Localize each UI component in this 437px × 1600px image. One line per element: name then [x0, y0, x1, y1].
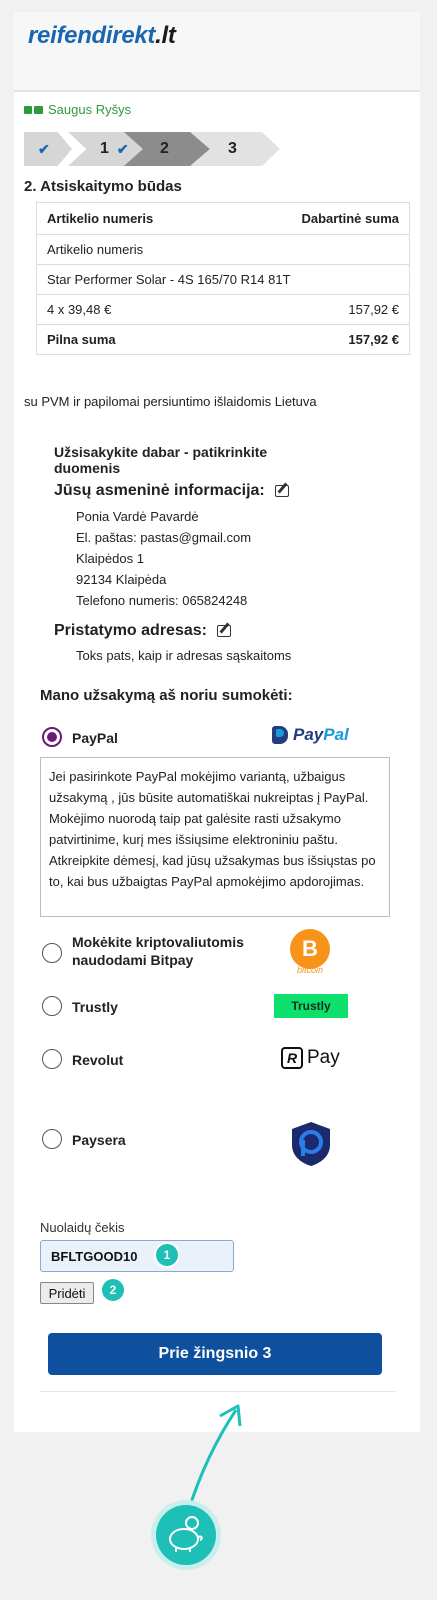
paysera-label[interactable]: Paysera	[72, 1131, 126, 1149]
piggy-bank-icon	[156, 1505, 216, 1565]
trustly-logo-text: Trustly	[291, 999, 331, 1013]
paypal-logo-pal: Pal	[323, 725, 349, 744]
personal-info-label: Jūsų asmeninė informacija:	[54, 482, 265, 499]
customer-city: 92134 Klaipėda	[76, 572, 167, 587]
revolut-pay-text: Pay	[307, 1047, 340, 1068]
paypal-logo-pay: Pay	[293, 725, 324, 744]
row-article-label: Artikelio numeris	[36, 234, 410, 265]
trustly-label[interactable]: Trustly	[72, 998, 118, 1016]
paypal-radio[interactable]	[42, 727, 62, 747]
paypal-label[interactable]: PayPal	[72, 729, 118, 747]
step-3-label: 3	[228, 140, 237, 157]
lock-icon	[24, 104, 44, 115]
logo-main: reifendirekt	[28, 22, 156, 49]
bitpay-label[interactable]: Mokėkite kriptovaliutomis naudodami Bitp…	[72, 933, 272, 969]
secure-label: Saugus Ryšys	[48, 102, 132, 117]
step-2-label: 2	[160, 140, 169, 157]
line-total: 157,92 €	[229, 294, 410, 325]
delivery-label: Pristatymo adresas:	[54, 622, 207, 639]
customer-name: Ponia Vardė Pavardė	[76, 509, 199, 524]
trustly-logo: Trustly	[274, 994, 348, 1018]
coupon-label: Nuolaidų čekis	[40, 1220, 125, 1235]
delivery-heading: Pristatymo adresas:	[54, 622, 231, 640]
revolut-radio[interactable]	[42, 1049, 62, 1069]
confirm-title: Užsisakykite dabar - patikrinkite duomen…	[54, 444, 268, 476]
payment-section: Mano užsakymą aš noriu sumokėti: PayPal …	[14, 665, 420, 1432]
section-title: 2. Atsiskaitymo būdas	[24, 178, 182, 195]
add-coupon-button[interactable]: Pridėti	[40, 1282, 94, 1304]
table-row: Pilna suma 157,92 €	[36, 324, 410, 355]
paysera-shield-icon	[292, 1122, 330, 1166]
step-1-label: 1	[100, 140, 109, 157]
trustly-radio[interactable]	[42, 996, 62, 1016]
bitpay-radio[interactable]	[42, 943, 62, 963]
secure-connection: Saugus Ryšys	[24, 102, 131, 117]
step-badge-2: 2	[102, 1279, 124, 1301]
edit-icon[interactable]	[216, 625, 231, 637]
edit-icon[interactable]	[274, 485, 289, 497]
table-row: Artikelio numeris	[36, 234, 410, 265]
vat-note: su PVM ir papilomai persiuntimo išlaidom…	[24, 394, 317, 409]
product-name: Star Performer Solar - 4S 165/70 R14 81T	[36, 264, 410, 295]
bitcoin-icon: B	[290, 929, 330, 969]
bitcoin-word: bitcoin	[296, 965, 323, 975]
paypal-logo: PayPal	[272, 725, 349, 745]
check-icon: ✔	[38, 140, 50, 157]
coupon-input[interactable]	[40, 1240, 234, 1272]
customer-email: El. paštas: pastas@gmail.com	[76, 530, 252, 545]
site-logo[interactable]: reifendirekt.lt	[28, 22, 176, 50]
customer-phone: Telefono numeris: 065824248	[76, 593, 248, 608]
checkout-page: Saugus Ryšys ✔ 1 ✔ 2 3 2. Atsiskaitymo bū…	[14, 92, 420, 1432]
table-row: Star Performer Solar - 4S 165/70 R14 81T	[36, 264, 410, 295]
step-badge-1: 1	[156, 1244, 178, 1266]
personal-info-heading: Jūsų asmeninė informacija:	[54, 482, 289, 500]
paysera-radio[interactable]	[42, 1129, 62, 1149]
total-label: Pilna suma	[36, 324, 230, 355]
top-bar	[0, 0, 437, 12]
revolut-icon: R	[281, 1047, 303, 1069]
checkout-steps: ✔ 1 ✔ 2 3	[24, 132, 284, 166]
qty-price: 4 x 39,48 €	[36, 294, 230, 325]
logo-tld: .lt	[155, 22, 176, 49]
table-header: Artikelio numeris Dabartinė suma	[36, 202, 410, 235]
col-article: Artikelio numeris	[36, 202, 230, 235]
delivery-address: Toks pats, kaip ir adresas sąskaitoms	[76, 648, 292, 663]
revolut-label[interactable]: Revolut	[72, 1051, 123, 1069]
col-amount: Dabartinė suma	[229, 202, 410, 235]
revolut-pay-logo: R Pay	[281, 1047, 340, 1069]
payment-title: Mano užsakymą aš noriu sumokėti:	[40, 687, 293, 704]
next-step-button[interactable]: Prie žingsnio 3	[48, 1333, 382, 1375]
order-table: Artikelio numeris Dabartinė suma Artikel…	[36, 202, 410, 355]
check-icon: ✔	[116, 140, 129, 157]
customer-street: Klaipėdos 1	[76, 551, 144, 566]
step-start: ✔	[24, 132, 72, 166]
piggy-bank-glyph	[169, 1516, 203, 1552]
divider	[40, 1391, 396, 1392]
total-value: 157,92 €	[229, 324, 410, 355]
paypal-icon	[272, 726, 288, 744]
pointer-arrow-icon	[186, 1404, 242, 1513]
paypal-description: Jei pasirinkote PayPal mokėjimo variantą…	[40, 757, 390, 917]
site-header: reifendirekt.lt	[14, 12, 420, 92]
personal-info: Ponia Vardė Pavardė El. paštas: pastas@g…	[76, 506, 251, 611]
table-row: 4 x 39,48 € 157,92 €	[36, 294, 410, 325]
